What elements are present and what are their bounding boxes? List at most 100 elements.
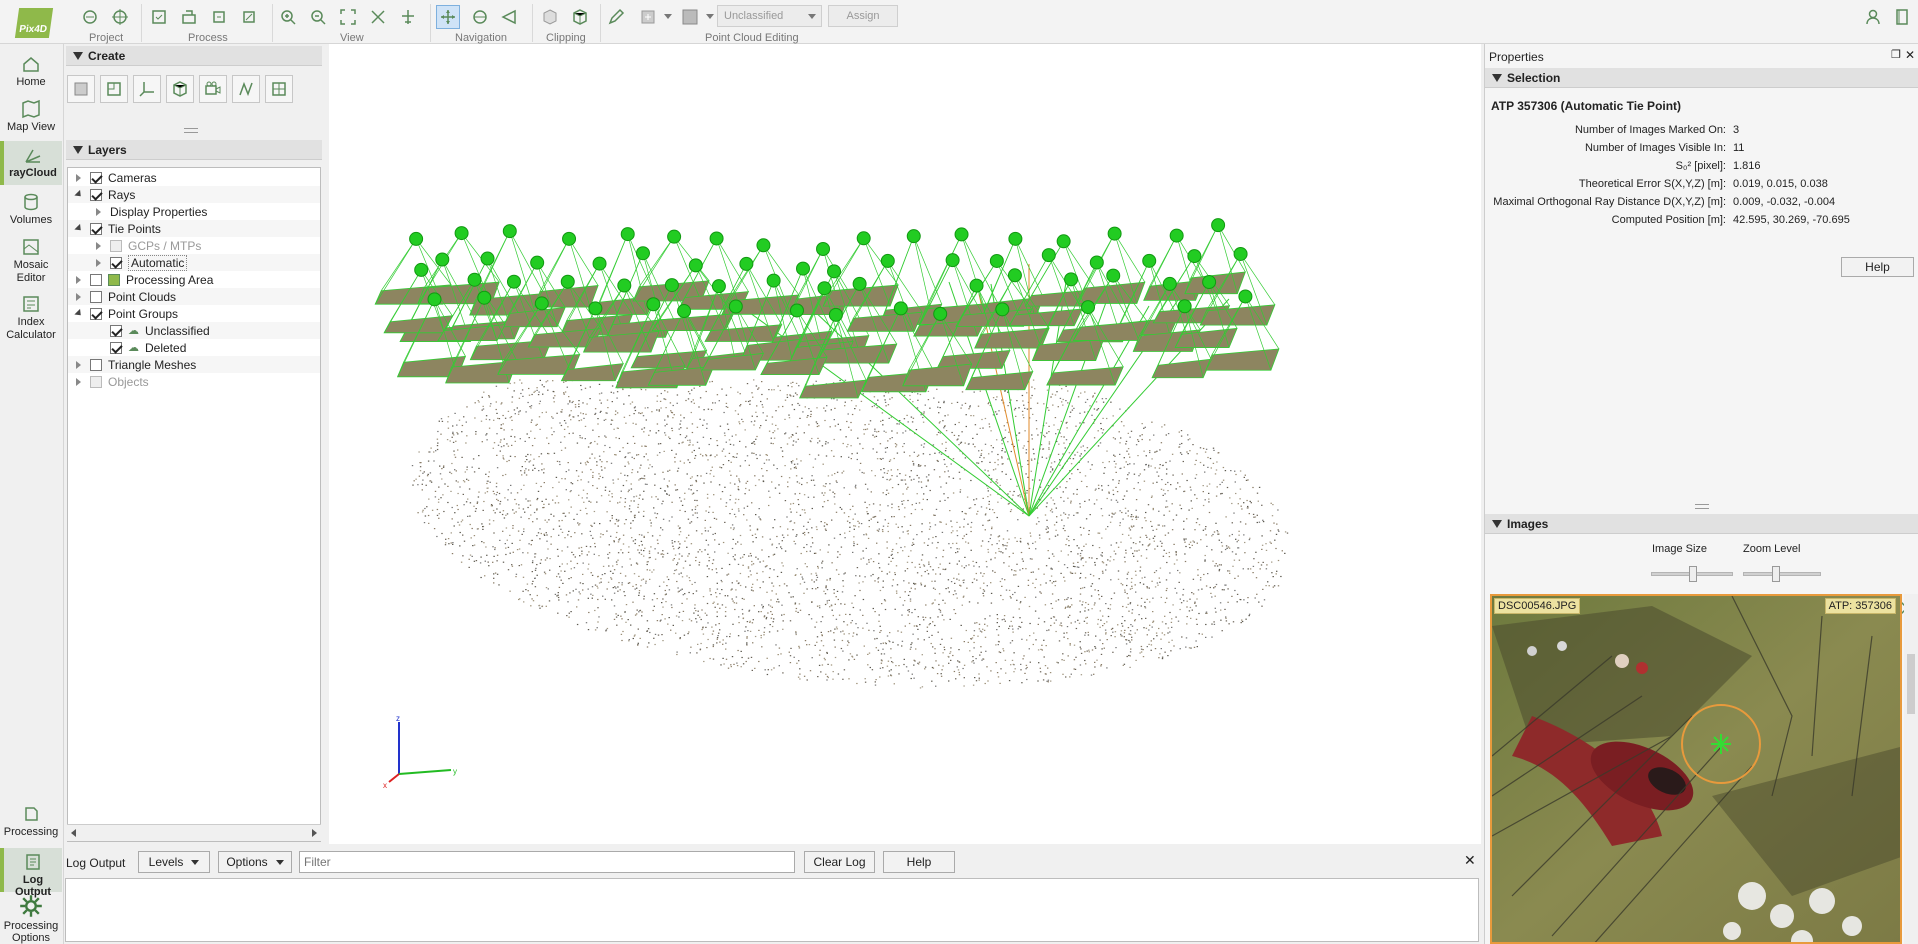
- layer-item-gcps-mtps[interactable]: GCPs / MTPs: [68, 237, 320, 254]
- cloud-point: [1008, 589, 1011, 591]
- create-surface-icon[interactable]: [100, 75, 128, 103]
- sidebar-item-raycloud[interactable]: rayCloud: [0, 141, 62, 185]
- layer-item-deleted[interactable]: ☁ Deleted: [68, 339, 320, 356]
- chevron-right-icon[interactable]: [74, 377, 84, 387]
- layer-checkbox[interactable]: [90, 222, 102, 235]
- layer-checkbox[interactable]: [90, 273, 102, 286]
- cloud-point: [843, 633, 845, 635]
- create-area-icon[interactable]: [67, 75, 95, 103]
- clipping-box-edit-icon[interactable]: [568, 5, 592, 29]
- create-volume-icon[interactable]: [166, 75, 194, 103]
- zoom-extent-icon[interactable]: [366, 5, 390, 29]
- sidebar-item-volumes[interactable]: Volumes: [0, 192, 62, 226]
- assign-button[interactable]: Assign: [828, 5, 898, 27]
- layer-item-rays[interactable]: Rays: [68, 186, 320, 203]
- chevron-right-icon[interactable]: [74, 360, 84, 370]
- cloud-point: [1047, 681, 1049, 683]
- chevron-down-icon[interactable]: [74, 190, 84, 200]
- layer-item-automatic[interactable]: Automatic: [68, 254, 320, 271]
- layer-checkbox[interactable]: [90, 358, 102, 371]
- cloud-point: [1124, 507, 1127, 509]
- raycloud-3d-view[interactable]: z y x: [329, 44, 1481, 844]
- sidebar-item-mosaic-editor[interactable]: Mosaic Editor: [0, 237, 62, 285]
- layer-item-objects[interactable]: Objects: [68, 373, 320, 390]
- layer-item-cameras[interactable]: Cameras: [68, 169, 320, 186]
- scroll-left-icon[interactable]: [71, 829, 76, 837]
- clipping-box-icon[interactable]: [538, 5, 562, 29]
- class-select[interactable]: Unclassified: [717, 5, 822, 27]
- chevron-right-icon[interactable]: [74, 275, 84, 285]
- sidebar-item-home[interactable]: Home: [0, 54, 62, 88]
- chevron-right-icon[interactable]: [94, 207, 104, 217]
- layer-checkbox[interactable]: [110, 341, 122, 354]
- chevron-down-icon[interactable]: [664, 14, 672, 19]
- process-step3-icon[interactable]: [207, 5, 231, 29]
- sidebar-item-map-view[interactable]: Map View: [0, 99, 62, 133]
- layer-item-unclassified[interactable]: ☁ Unclassified: [68, 322, 320, 339]
- create-video-icon[interactable]: [199, 75, 227, 103]
- create-grid-icon[interactable]: [265, 75, 293, 103]
- fly-icon[interactable]: [396, 5, 420, 29]
- help-book-icon[interactable]: [1890, 5, 1914, 29]
- zoom-fit-icon[interactable]: [336, 5, 360, 29]
- cloud-point: [1081, 550, 1083, 552]
- layer-checkbox[interactable]: [90, 307, 102, 320]
- chevron-right-icon[interactable]: [94, 241, 104, 251]
- zoom-in-icon[interactable]: [276, 5, 300, 29]
- sidebar-item-processing-options[interactable]: Processing Options: [0, 894, 62, 944]
- sidebar-item-log-output[interactable]: Log Output: [0, 848, 62, 898]
- target-icon[interactable]: [108, 5, 132, 29]
- cloud-point: [436, 438, 439, 440]
- edit-pencil-icon[interactable]: [604, 5, 628, 29]
- chevron-right-icon[interactable]: [74, 292, 84, 302]
- point-cloud-scene[interactable]: [329, 44, 1481, 844]
- cloud-point: [602, 476, 604, 479]
- layer-checkbox[interactable]: [90, 171, 102, 184]
- sidebar-item-processing[interactable]: Processing: [0, 804, 62, 838]
- layers-panel-header[interactable]: Layers: [66, 140, 322, 160]
- layers-horizontal-scrollbar[interactable]: [67, 824, 321, 841]
- chevron-right-icon[interactable]: [74, 173, 84, 183]
- layer-checkbox[interactable]: [110, 239, 122, 252]
- user-account-icon[interactable]: [1862, 5, 1886, 29]
- project-icon[interactable]: [78, 5, 102, 29]
- cloud-point: [753, 605, 755, 607]
- scroll-right-icon[interactable]: [312, 829, 317, 837]
- layer-item-point-groups[interactable]: Point Groups: [68, 305, 320, 322]
- navigation-move-icon[interactable]: [436, 5, 460, 29]
- layer-checkbox[interactable]: [90, 188, 102, 201]
- layer-item-triangle-meshes[interactable]: Triangle Meshes: [68, 356, 320, 373]
- layer-item-display-properties[interactable]: Display Properties: [68, 203, 320, 220]
- cloud-point: [587, 481, 590, 483]
- zoom-out-icon[interactable]: [306, 5, 330, 29]
- chevron-right-icon[interactable]: [94, 258, 104, 268]
- chevron-down-icon[interactable]: [706, 14, 714, 19]
- cloud-point: [524, 511, 526, 513]
- chevron-down-icon[interactable]: [74, 224, 84, 234]
- layer-checkbox[interactable]: [110, 256, 122, 269]
- layer-item-point-clouds[interactable]: Point Clouds: [68, 288, 320, 305]
- cloud-point: [1097, 408, 1100, 410]
- layer-checkbox[interactable]: [110, 324, 122, 337]
- layer-checkbox[interactable]: [90, 290, 102, 303]
- class-color-icon[interactable]: [636, 5, 660, 29]
- panel-splitter[interactable]: [184, 128, 198, 133]
- cloud-point: [1194, 601, 1196, 603]
- layer-item-processing-area[interactable]: Processing Area: [68, 271, 320, 288]
- layer-item-tie-points[interactable]: Tie Points: [68, 220, 320, 237]
- class-square-icon[interactable]: [678, 5, 702, 29]
- navigation-perspective-icon[interactable]: [498, 5, 522, 29]
- cloud-point: [628, 639, 630, 641]
- create-polyline-icon[interactable]: [232, 75, 260, 103]
- process-step4-icon[interactable]: [237, 5, 261, 29]
- process-step1-icon[interactable]: [147, 5, 171, 29]
- create-panel-header[interactable]: Create: [66, 46, 322, 66]
- navigation-trackball-icon[interactable]: [468, 5, 492, 29]
- cloud-point: [678, 573, 680, 575]
- chevron-down-icon[interactable]: [74, 309, 84, 319]
- sidebar-item-index-calculator[interactable]: Index Calculator: [0, 294, 62, 342]
- cloud-point: [1059, 486, 1061, 488]
- layer-checkbox[interactable]: [90, 375, 102, 388]
- process-step2-icon[interactable]: [177, 5, 201, 29]
- create-axis-icon[interactable]: [133, 75, 161, 103]
